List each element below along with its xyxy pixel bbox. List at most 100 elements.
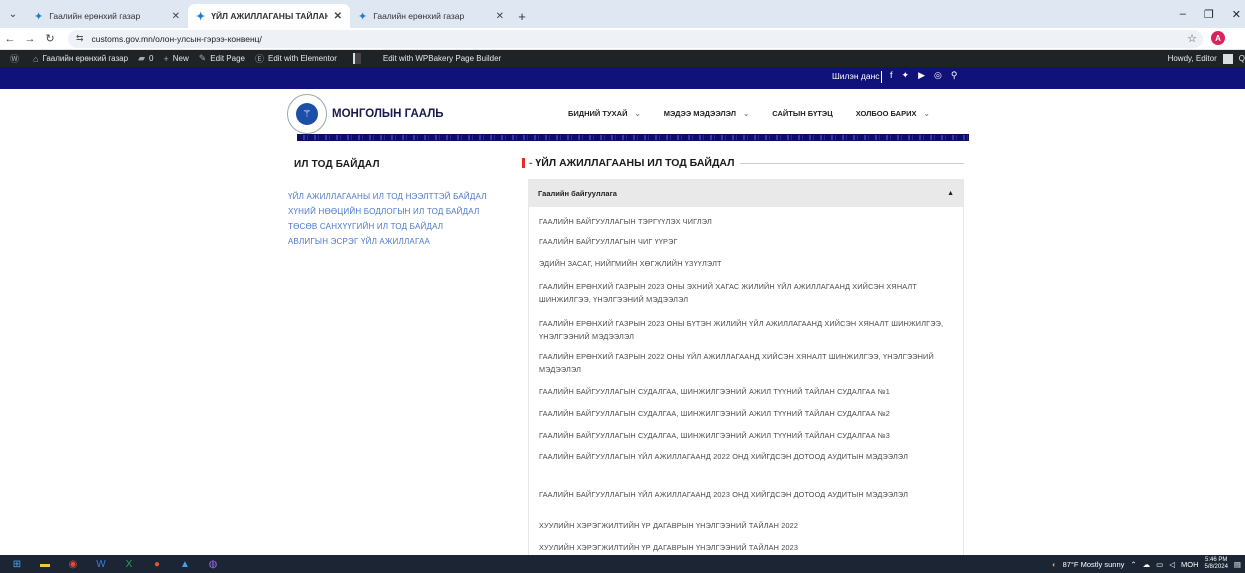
sidebar-item-operations[interactable]: ҮЙЛ АЖИЛЛАГААНЫ ИЛ ТОД НЭЭЛТТЭЙ БАЙДАЛ — [288, 191, 493, 203]
document-link[interactable]: ГААЛИЙН БАЙГУУЛЛАГЫН ТЭРГҮҮЛЭХ ЧИГЛЭЛ — [539, 216, 959, 229]
wp-new-link[interactable]: + New — [163, 54, 188, 64]
wp-site-name-link[interactable]: ⌂ Гаалийн ерөнхий газар — [33, 54, 128, 64]
browser-tab[interactable]: ✦ Гаалийн ерөнхий газар ✕ — [26, 4, 188, 28]
document-link[interactable]: ХУУЛИЙН ХЭРЭГЖИЛТИЙН ҮР ДАГАВРЫН ҮНЭЛГЭЭ… — [539, 542, 959, 555]
back-icon[interactable]: ← — [0, 33, 20, 45]
nav-item-news[interactable]: МЭДЭЭ МЭДЭЭЛЭЛ ⌄ — [664, 109, 750, 118]
app-drop-icon[interactable]: ▲ — [174, 555, 196, 573]
comment-icon: ▰ — [138, 53, 145, 63]
sidebar-item-anticorruption[interactable]: АВЛИГЫН ЭСРЭГ ҮЙЛ АЖИЛЛАГАА — [288, 236, 493, 248]
wordpress-logo-icon[interactable]: Ⓦ — [10, 52, 23, 65]
main-navigation: БИДНИЙ ТУХАЙ ⌄ МЭДЭЭ МЭДЭЭЛЭЛ ⌄ САЙТЫН БҮТ… — [568, 109, 953, 118]
chevron-down-icon: ⌄ — [634, 109, 641, 118]
close-tab-icon[interactable]: ✕ — [172, 11, 180, 22]
close-tab-icon[interactable]: ✕ — [334, 11, 342, 22]
browser-tab-active[interactable]: ✦ ҮЙЛ АЖИЛЛАГАНЫ ТАЙЛАН ✕ — [188, 4, 350, 28]
nav-label: САЙТЫН БҮТЭЦ — [772, 109, 833, 118]
language-indicator[interactable]: МОН — [1181, 560, 1199, 569]
profile-avatar[interactable]: A — [1211, 31, 1225, 45]
document-link[interactable]: ГААЛИЙН БАЙГУУЛЛАГЫН ҮЙЛ АЖИЛЛАГААНД 202… — [539, 451, 959, 464]
wp-wpbakery-link[interactable]: Edit with WPBakery Page Builder — [383, 54, 501, 63]
volume-icon[interactable]: ◁ — [1169, 560, 1175, 569]
customs-emblem-icon: ⚚ — [287, 94, 327, 134]
wp-account-menu[interactable]: Howdy, Editor Q — [1168, 53, 1245, 64]
document-link[interactable]: ГААЛИЙН ЕРӨНХИЙ ГАЗРЫН 2022 ОНЫ ҮЙЛ АЖИЛ… — [539, 351, 959, 376]
document-link[interactable]: ГААЛИЙН БАЙГУУЛЛАГЫН ҮЙЛ АЖИЛЛАГААНД 202… — [539, 489, 959, 502]
instagram-icon[interactable]: ◎ — [934, 70, 942, 81]
social-links: f ✦ ▶ ◎ ⚲ — [890, 70, 957, 81]
wp-admin-bar: Ⓦ ⌂ Гаалийн ерөнхий газар ▰ 0 + New ✎ Edit P… — [0, 50, 1245, 67]
nav-label: ХОЛБОО БАРИХ — [855, 109, 917, 118]
sidebar-title: ИЛ ТОД БАЙДАЛ — [294, 159, 380, 170]
site-favicon-icon: ✦ — [358, 10, 368, 23]
powerpoint-icon[interactable]: ● — [146, 555, 168, 573]
youtube-icon[interactable]: ▶ — [918, 70, 925, 81]
wp-comments-link[interactable]: ▰ 0 — [138, 53, 153, 64]
site-info-icon[interactable]: ⇆ — [76, 33, 84, 44]
notification-icon[interactable]: ▤ — [1234, 560, 1241, 569]
sidebar-menu: ҮЙЛ АЖИЛЛАГААНЫ ИЛ ТОД НЭЭЛТТЭЙ БАЙДАЛ Х… — [288, 191, 493, 251]
search-icon[interactable]: ⚲ — [951, 70, 958, 81]
sidebar-item-budget[interactable]: ТӨСӨВ САНХҮҮГИЙН ИЛ ТОД БАЙДАЛ — [288, 221, 493, 233]
minimize-icon[interactable]: – — [1180, 8, 1186, 20]
network-icon[interactable]: ▭ — [1156, 560, 1163, 569]
nav-item-sitemap[interactable]: САЙТЫН БҮТЭЦ — [772, 109, 832, 118]
document-link[interactable]: ХУУЛИЙН ХЭРЭГЖИЛТИЙН ҮР ДАГАВРЫН ҮНЭЛГЭЭ… — [539, 520, 959, 533]
excel-icon[interactable]: X — [118, 555, 140, 573]
windows-start-icon[interactable]: ⊞ — [6, 555, 28, 573]
page-title-row: - ҮЙЛ АЖИЛЛАГААНЫ ИЛ ТОД БАЙДАЛ — [522, 157, 964, 169]
site-logo[interactable]: ⚚ МОНГОЛЫН ГААЛЬ — [287, 94, 444, 134]
account-link[interactable]: Шилэн данс — [832, 71, 880, 81]
browser-tab-strip: ⌄ ✦ Гаалийн ерөнхий газар ✕ ✦ ҮЙЛ АЖИЛЛА… — [0, 0, 1245, 28]
tab-title: Гаалийн ерөнхий газар — [373, 11, 465, 21]
close-tab-icon[interactable]: ✕ — [496, 11, 504, 22]
clock[interactable]: 5:46 PM 5/8/2024 — [1205, 557, 1228, 571]
new-tab-button[interactable]: + — [512, 4, 532, 28]
wp-edit-page-link[interactable]: ✎ Edit Page — [199, 53, 245, 64]
bookmark-star-icon[interactable]: ☆ — [1187, 32, 1197, 45]
title-divider — [739, 162, 964, 164]
weather-text[interactable]: 87°F Mostly sunny — [1063, 560, 1125, 569]
maximize-icon[interactable]: ❐ — [1204, 8, 1214, 21]
wp-elementor-link[interactable]: Ⓔ Edit with Elementor — [255, 52, 337, 65]
cloud-icon[interactable]: ☁ — [1143, 560, 1151, 569]
tray-chevron-icon[interactable]: ⌃ — [1130, 560, 1136, 569]
document-link[interactable]: ГААЛИЙН БАЙГУУЛЛАГЫН ЧИГ ҮҮРЭГ — [539, 236, 959, 249]
tab-search-icon[interactable]: ⌄ — [0, 0, 26, 28]
address-bar: ← → ↻ ⇆ customs.gov.mn/олон-улсын-гэрээ-… — [0, 28, 1245, 50]
divider — [881, 71, 882, 83]
facebook-icon[interactable]: f — [890, 70, 893, 81]
close-window-icon[interactable]: ✕ — [1232, 8, 1241, 21]
sidebar-item-hr[interactable]: ХҮНИЙ НӨӨЦИЙН БОДЛОГЫН ИЛ ТОД БАЙДАЛ — [288, 206, 493, 218]
weather-icon: ◐ — [1052, 559, 1057, 569]
twitter-icon[interactable]: ✦ — [902, 70, 910, 81]
windows-taskbar: ⊞ ▬ ◉ W X ● ▲ ◍ ◐ 87°F Mostly sunny ⌃ ☁ … — [0, 555, 1245, 573]
word-icon[interactable]: W — [90, 555, 112, 573]
wp-elementor-label: Edit with Elementor — [268, 54, 337, 63]
document-link[interactable]: ЭДИЙН ЗАСАГ, НИЙГМИЙН ХӨГЖЛИЙН ҮЗҮҮЛЭЛТ — [539, 258, 959, 271]
accordion-header[interactable]: Гаалийн байгууллага ▲ — [528, 179, 964, 207]
clock-time: 5:46 PM — [1205, 557, 1228, 563]
document-link[interactable]: ГААЛИЙН БАЙГУУЛЛАГЫН СУДАЛГАА, ШИНЖИЛГЭЭ… — [539, 386, 959, 399]
file-explorer-icon[interactable]: ▬ — [34, 555, 56, 573]
url-input[interactable]: ⇆ customs.gov.mn/олон-улсын-гэрээ-конвен… — [68, 29, 1203, 48]
search-icon[interactable]: Q — [1239, 54, 1245, 63]
browser-tab[interactable]: ✦ Гаалийн ерөнхий газар ✕ — [350, 4, 512, 28]
nav-item-about[interactable]: БИДНИЙ ТУХАЙ ⌄ — [568, 109, 641, 118]
tab-title: ҮЙЛ АЖИЛЛАГАНЫ ТАЙЛАН — [211, 11, 328, 21]
pencil-icon: ✎ — [198, 53, 207, 63]
chrome-alt-icon[interactable]: ◍ — [202, 555, 224, 573]
elementor-icon: Ⓔ — [254, 54, 264, 64]
document-link[interactable]: ГААЛИЙН БАЙГУУЛЛАГЫН СУДАЛГАА, ШИНЖИЛГЭЭ… — [539, 408, 959, 421]
wpbakery-logo-icon — [352, 53, 361, 64]
chrome-icon[interactable]: ◉ — [62, 555, 84, 573]
nav-item-contact[interactable]: ХОЛБОО БАРИХ ⌄ — [856, 109, 930, 118]
document-link[interactable]: ГААЛИЙН ЕРӨНХИЙ ГАЗРЫН 2023 ОНЫ ЭХНИЙ ХА… — [539, 281, 959, 306]
document-link[interactable]: ГААЛИЙН БАЙГУУЛЛАГЫН СУДАЛГАА, ШИНЖИЛГЭЭ… — [539, 430, 959, 443]
forward-icon[interactable]: → — [20, 33, 40, 45]
document-link[interactable]: ГААЛИЙН ЕРӨНХИЙ ГАЗРЫН 2023 ОНЫ БҮТЭН ЖИ… — [539, 318, 959, 343]
page-title-text: ҮЙЛ АЖИЛЛАГААНЫ ИЛ ТОД БАЙДАЛ — [535, 157, 735, 169]
decorative-pattern-band — [297, 134, 969, 141]
reload-icon[interactable]: ↻ — [40, 32, 60, 45]
page-title: - ҮЙЛ АЖИЛЛАГААНЫ ИЛ ТОД БАЙДАЛ — [529, 157, 735, 169]
